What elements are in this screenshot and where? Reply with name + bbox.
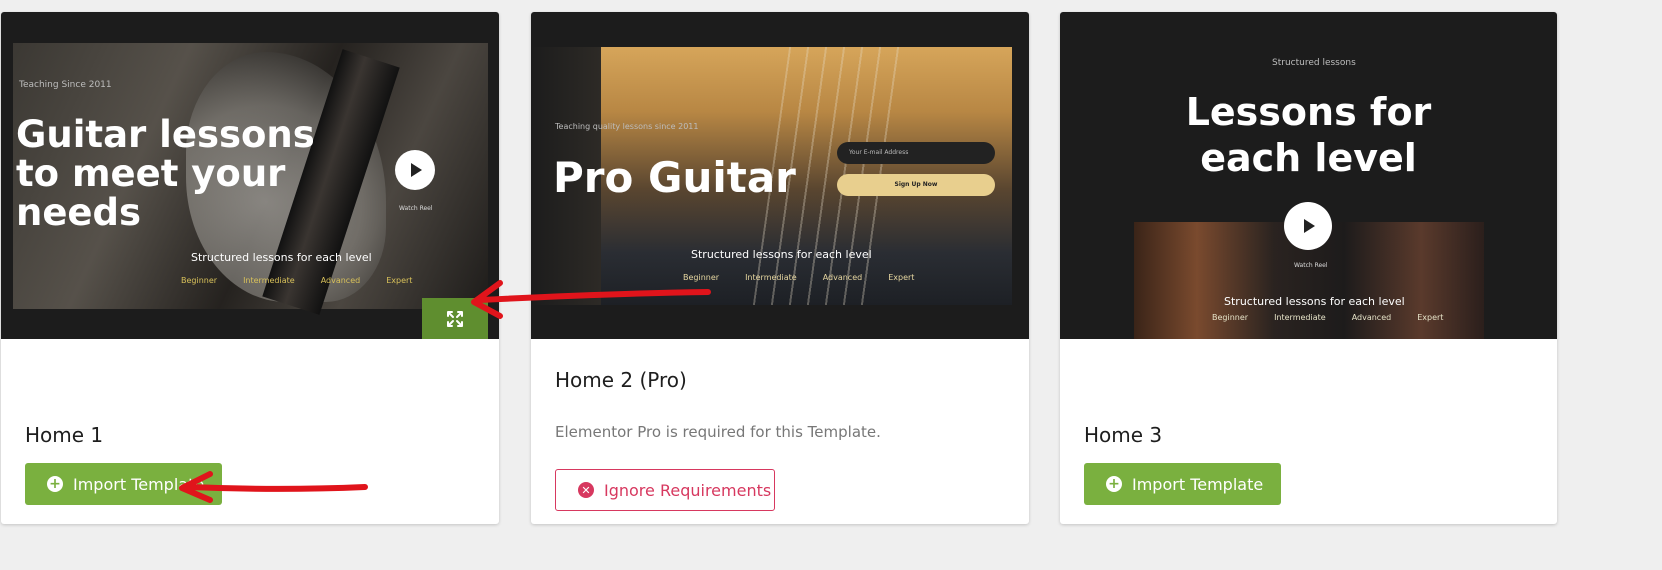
template-card-home-2-pro: Teaching quality lessons since 2011 Pro … xyxy=(531,12,1029,524)
preview-levels: Beginner Intermediate Advanced Expert xyxy=(683,273,914,282)
headline-line: each level xyxy=(1200,135,1417,180)
level-label: Intermediate xyxy=(243,276,295,285)
level-label: Advanced xyxy=(1351,313,1392,322)
preview-eyebrow: Structured lessons xyxy=(1272,58,1356,68)
plus-circle-icon: + xyxy=(1106,476,1122,492)
preview-eyebrow: Teaching quality lessons since 2011 xyxy=(555,122,699,131)
preview-eyebrow: Teaching Since 2011 xyxy=(19,80,112,90)
level-label: Beginner xyxy=(683,273,720,282)
ignore-requirements-button[interactable]: ✕ Ignore Requirements xyxy=(555,469,775,511)
preview-levels: Beginner Intermediate Advanced Expert xyxy=(181,276,412,285)
template-title: Home 1 xyxy=(25,423,104,447)
template-preview-home-2[interactable]: Teaching quality lessons since 2011 Pro … xyxy=(531,12,1029,339)
template-info: Home 3 + Import Template xyxy=(1060,339,1557,524)
level-label: Advanced xyxy=(822,273,863,282)
preview-levels: Beginner Intermediate Advanced Expert xyxy=(1212,313,1443,322)
import-template-button[interactable]: + Import Template xyxy=(25,463,223,505)
template-title: Home 2 (Pro) xyxy=(555,368,687,392)
level-label: Expert xyxy=(1417,313,1444,322)
preview-subheading: Structured lessons for each level xyxy=(1224,295,1405,308)
headline-line: Pro Guitar xyxy=(553,153,796,202)
play-icon xyxy=(395,150,435,190)
play-label: Watch Reel xyxy=(1294,262,1328,269)
play-label: Watch Reel xyxy=(399,205,433,212)
preview-headline: Lessons for each level xyxy=(1060,90,1557,181)
level-label: Beginner xyxy=(1212,313,1249,322)
email-input-mock: Your E-mail Address xyxy=(837,142,995,164)
play-icon xyxy=(1284,202,1332,250)
import-template-label: Import Template xyxy=(73,474,205,494)
ignore-requirements-label: Ignore Requirements xyxy=(604,480,772,500)
level-label: Intermediate xyxy=(745,273,797,282)
headline-line: needs xyxy=(16,190,142,234)
template-card-home-3: Structured lessons Lessons for each leve… xyxy=(1060,12,1557,524)
import-template-label: Import Template xyxy=(1132,474,1264,494)
headline-line: to meet your xyxy=(16,151,286,195)
level-label: Expert xyxy=(888,273,915,282)
expand-preview-button[interactable] xyxy=(422,298,488,339)
template-info: Home 1 + Import Template xyxy=(1,339,499,524)
expand-arrows-icon xyxy=(447,311,463,327)
level-label: Advanced xyxy=(320,276,361,285)
preview-subheading: Structured lessons for each level xyxy=(691,248,872,261)
headline-line: Guitar lessons xyxy=(16,113,315,156)
x-circle-icon: ✕ xyxy=(578,482,594,498)
level-label: Intermediate xyxy=(1274,313,1326,322)
requirement-text: Elementor Pro is required for this Templ… xyxy=(555,423,881,441)
template-info: Home 2 (Pro) Elementor Pro is required f… xyxy=(531,339,1029,524)
level-label: Expert xyxy=(386,276,413,285)
level-label: Beginner xyxy=(181,276,218,285)
template-title: Home 3 xyxy=(1084,423,1163,447)
preview-headline: Pro Guitar xyxy=(553,153,796,202)
preview-headline: Guitar lessons to meet your needs xyxy=(16,113,315,234)
template-card-home-1: Teaching Since 2011 Guitar lessons to me… xyxy=(1,12,499,524)
plus-circle-icon: + xyxy=(47,476,63,492)
import-template-button[interactable]: + Import Template xyxy=(1084,463,1282,505)
preview-subheading: Structured lessons for each level xyxy=(191,251,372,264)
headline-line: Lessons for xyxy=(1185,90,1432,134)
template-preview-home-3[interactable]: Structured lessons Lessons for each leve… xyxy=(1060,12,1557,339)
template-preview-home-1[interactable]: Teaching Since 2011 Guitar lessons to me… xyxy=(1,12,499,339)
signup-button-mock: Sign Up Now xyxy=(837,174,995,196)
